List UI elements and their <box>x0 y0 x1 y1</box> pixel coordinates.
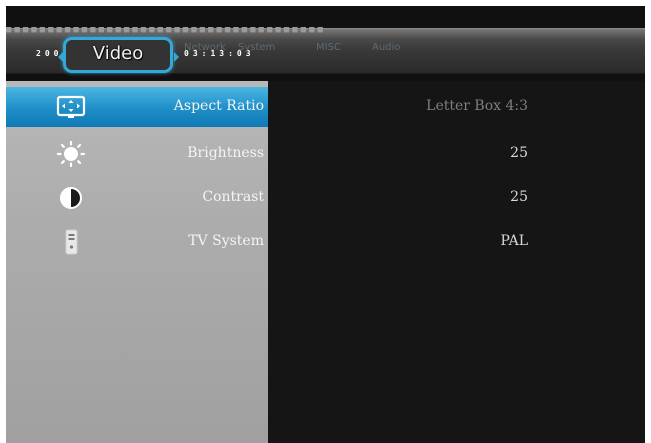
setting-row-brightness[interactable]: Brightness 25 <box>6 134 645 174</box>
decorative-dots: ■■■■■■■■■■■■■■■■■■■■■■■■■■■■■■■■■■■■■■ <box>6 25 326 35</box>
setting-label: Contrast <box>202 189 264 205</box>
setting-row-aspect-ratio[interactable]: Aspect Ratio Letter Box 4:3 <box>6 87 645 127</box>
tab-video[interactable]: Video <box>63 37 173 73</box>
setting-label: TV System <box>188 233 264 249</box>
setting-row-tv-system[interactable]: TV System PAL <box>6 222 645 262</box>
tab-video-label: Video <box>92 43 144 64</box>
setting-row-contrast[interactable]: Contrast 25 <box>6 178 645 218</box>
contrast-icon <box>60 187 82 209</box>
setting-value: 25 <box>510 189 528 205</box>
tab-misc[interactable]: MISC <box>316 42 341 53</box>
setting-value: PAL <box>500 233 528 249</box>
settings-screen: ■■■■■■■■■■■■■■■■■■■■■■■■■■■■■■■■■■■■■■ 2… <box>6 6 645 443</box>
setting-label: Aspect Ratio <box>173 98 264 114</box>
tab-audio[interactable]: Audio <box>372 42 400 53</box>
setting-value: Letter Box 4:3 <box>426 98 528 114</box>
setting-label: Brightness <box>187 145 264 161</box>
tv-system-icon <box>65 229 78 255</box>
brightness-icon <box>56 141 86 167</box>
tab-bar: ■■■■■■■■■■■■■■■■■■■■■■■■■■■■■■■■■■■■■■ 2… <box>6 25 645 74</box>
aspect-ratio-icon <box>56 95 86 118</box>
tab-next-arrow-icon[interactable] <box>174 52 179 62</box>
tab-system[interactable]: System <box>238 42 275 53</box>
setting-value: 25 <box>510 145 528 161</box>
tab-network[interactable]: Network <box>184 42 226 53</box>
